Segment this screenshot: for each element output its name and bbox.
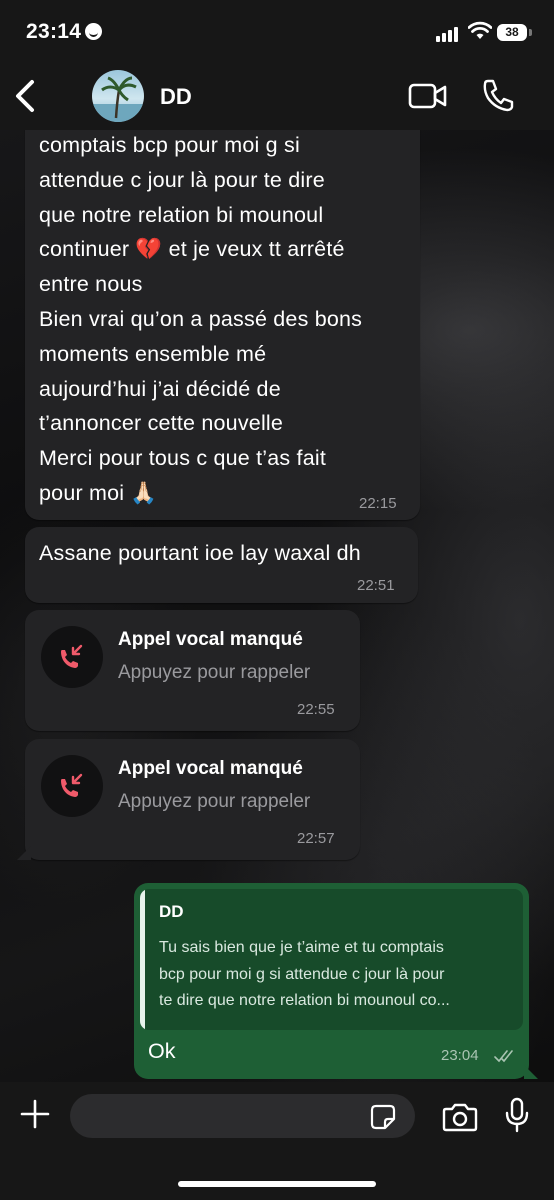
message-bubble-incoming[interactable]: comptais bcp pour moi g si attendue c jo… <box>25 100 420 520</box>
quoted-message[interactable]: DD Tu sais bien que je t’aime et tu comp… <box>140 889 523 1030</box>
contact-name[interactable]: DD <box>160 84 192 110</box>
missed-call-icon-circle <box>41 755 103 817</box>
status-bar: 23:14 38 <box>0 0 554 62</box>
video-call-button[interactable] <box>408 82 448 115</box>
message-line: aujourd’hui j’ai décidé de <box>39 376 281 401</box>
message-line: que notre relation bi mounoul <box>39 202 324 227</box>
camera-icon <box>442 1103 478 1132</box>
message-line: entre nous <box>39 272 143 297</box>
call-title: Appel vocal manqué <box>118 629 303 650</box>
message-line: continuer 💔 et je veux tt arrêté <box>39 237 345 262</box>
home-indicator <box>178 1181 376 1187</box>
quote-bar <box>140 889 145 1030</box>
message-input[interactable] <box>70 1094 415 1138</box>
video-camera-icon <box>408 83 447 109</box>
phone-icon <box>483 79 514 112</box>
message-timestamp: 22:51 <box>357 577 395 594</box>
microphone-button[interactable] <box>504 1097 530 1138</box>
message-bubble-incoming[interactable]: Assane pourtant ioe lay waxal dh 22:51 <box>25 527 418 603</box>
call-timestamp: 22:57 <box>297 830 335 847</box>
time-text: 23:14 <box>26 20 82 43</box>
microphone-icon <box>505 1097 529 1133</box>
header-overlay: DD <box>0 62 554 130</box>
call-subtitle: Appuyez pour rappeler <box>118 662 311 683</box>
chevron-left-icon <box>16 80 34 112</box>
plus-icon <box>20 1099 50 1129</box>
message-bubble-outgoing[interactable]: DD Tu sais bien que je t’aime et tu comp… <box>134 883 529 1079</box>
composer-bar <box>0 1082 554 1200</box>
message-line: moments ensemble mé <box>39 341 267 366</box>
focus-icon <box>85 23 103 40</box>
message-line: Merci pour tous c que t’as fait <box>39 446 327 471</box>
sticker-icon <box>370 1104 396 1130</box>
message-timestamp: 23:04 <box>441 1047 479 1064</box>
missed-call-bubble[interactable]: Appel vocal manqué Appuyez pour rappeler… <box>25 739 360 860</box>
status-time: 23:14 <box>26 20 103 44</box>
message-line: comptais bcp pour moi g si <box>39 133 300 157</box>
battery-level: 38 <box>505 25 519 39</box>
cellular-signal-icon <box>436 24 460 42</box>
missed-call-bubble[interactable]: Appel vocal manqué Appuyez pour rappeler… <box>25 610 360 731</box>
wifi-icon <box>467 21 493 45</box>
message-text: Assane pourtant ioe lay waxal dh <box>39 541 361 565</box>
message-line: Bien vrai qu’on a passé des bons <box>39 306 363 331</box>
attach-button[interactable] <box>20 1099 50 1134</box>
message-text: Ok <box>148 1039 176 1063</box>
battery-nub <box>529 29 532 36</box>
missed-call-icon-circle <box>41 626 103 688</box>
missed-call-icon <box>61 644 83 668</box>
message-line: t’annoncer cette nouvelle <box>39 411 284 436</box>
missed-call-icon <box>61 773 83 797</box>
quoted-sender: DD <box>159 902 184 921</box>
camera-button[interactable] <box>442 1102 478 1137</box>
message-timestamp: 22:15 <box>359 495 397 512</box>
contact-avatar[interactable] <box>92 70 144 122</box>
palm-tree-icon <box>92 76 144 122</box>
voice-call-button[interactable] <box>482 78 514 117</box>
quoted-text: Tu sais bien que je t’aime et tu comptai… <box>159 939 450 1009</box>
message-line: attendue c jour là pour te dire <box>39 167 325 192</box>
call-subtitle: Appuyez pour rappeler <box>118 791 311 812</box>
call-title: Appel vocal manqué <box>118 758 303 779</box>
message-text: comptais bcp pour moi g si attendue c jo… <box>39 128 415 511</box>
back-button[interactable] <box>10 78 40 114</box>
read-receipt-icon <box>494 1049 516 1068</box>
call-timestamp: 22:55 <box>297 701 335 718</box>
sticker-button[interactable] <box>370 1104 396 1135</box>
battery-icon: 38 <box>497 24 527 41</box>
